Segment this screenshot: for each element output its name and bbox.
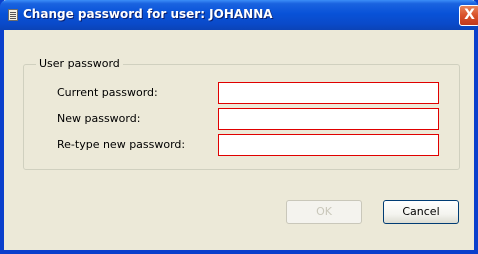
current-password-input[interactable]: [218, 82, 439, 104]
current-password-label: Current password:: [57, 86, 158, 99]
close-button[interactable]: X: [459, 5, 478, 26]
document-icon: [8, 9, 18, 21]
close-icon: X: [464, 7, 475, 23]
cancel-button[interactable]: Cancel: [383, 200, 459, 224]
retype-password-input[interactable]: [218, 134, 439, 156]
new-password-label: New password:: [57, 112, 141, 125]
dialog-title: Change password for user: JOHANNA: [23, 7, 273, 21]
title-bar[interactable]: Change password for user: JOHANNA X: [0, 0, 478, 30]
retype-password-label: Re-type new password:: [57, 138, 186, 151]
ok-button[interactable]: OK: [286, 200, 362, 224]
group-legend: User password: [36, 57, 123, 70]
new-password-input[interactable]: [218, 108, 439, 130]
